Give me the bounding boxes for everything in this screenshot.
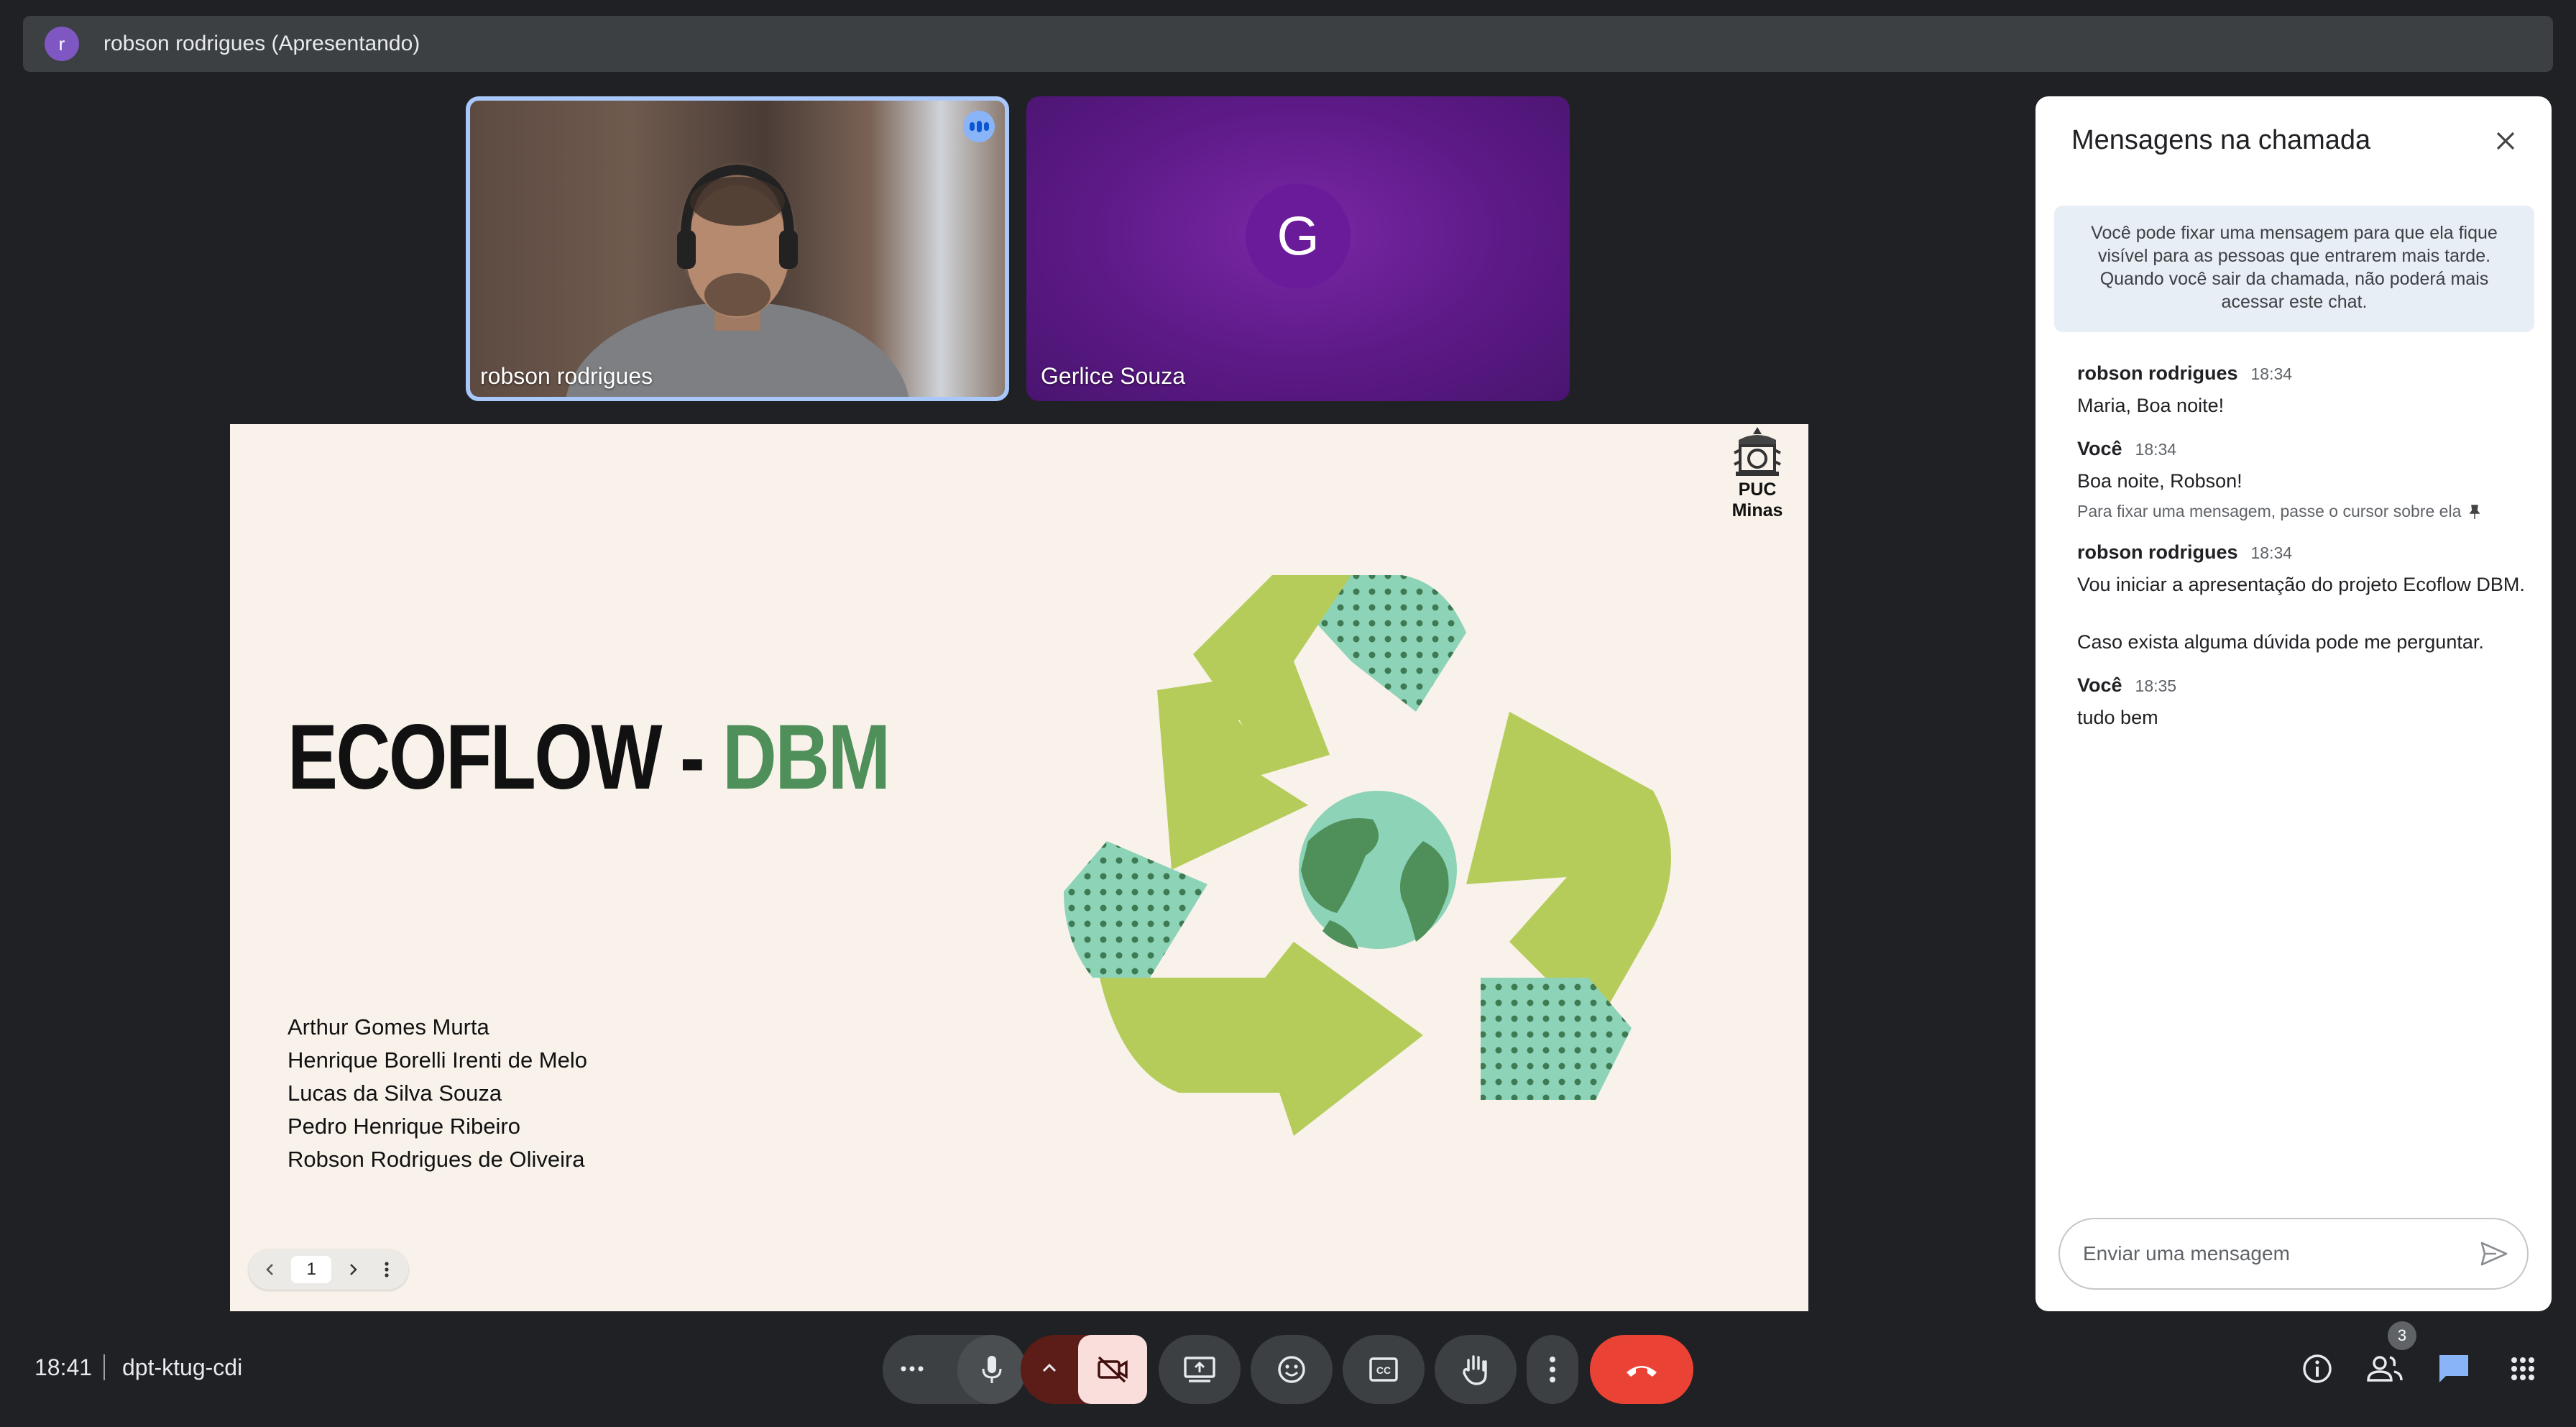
author-name: Arthur Gomes Murta [288,1014,489,1040]
raise-hand-icon [1463,1355,1487,1385]
chat-message: Você 18:34 Boa noite, Robson! Para fixar… [2077,438,2537,521]
raise-hand-button[interactable] [1435,1335,1517,1404]
author-name: Pedro Henrique Ribeiro [288,1114,520,1139]
present-screen-icon [1184,1357,1215,1382]
slide-title-main: ECOFLOW - [288,706,723,809]
brand-logo: PUC Minas [1711,424,1804,521]
next-slide-button[interactable] [340,1257,366,1283]
message-text: tudo bem [2077,707,2158,728]
captions-icon: CC [1369,1357,1398,1382]
message-text: Vou iniciar a apresentação do projeto Ec… [2077,574,2525,595]
videocam-off-icon [1098,1356,1128,1383]
pin-hint-text: Para fixar uma mensagem, passe o cursor … [2077,502,2462,520]
people-count-badge: 3 [2388,1321,2416,1350]
send-message-button[interactable] [2475,1235,2513,1272]
message-input-box [2058,1218,2529,1290]
message-text: Boa noite, Robson! [2077,470,2242,492]
presenter-avatar: r [45,27,79,61]
chevron-up-icon [1042,1363,1057,1372]
svg-text:CC: CC [1376,1364,1391,1376]
people-button[interactable] [2362,1346,2408,1392]
message-sender: Você [2077,674,2122,696]
slide-navigator: 1 [249,1249,408,1290]
presenter-bar: r robson rodrigues (Apresentando) [23,16,2553,72]
chat-message: Você 18:35 tudo bem [2077,674,2537,730]
camera-toggle-button[interactable] [1078,1335,1147,1404]
meet-window: r robson rodrigues (Apresentando) robson… [0,0,2576,1427]
participant-tile-robson[interactable]: robson rodrigues [466,96,1009,401]
chevron-left-icon [266,1264,273,1275]
apps-icon [2511,1357,2534,1380]
previous-slide-button[interactable] [257,1257,283,1283]
message-time: 18:34 [2250,543,2293,562]
people-icon [2367,1356,2403,1382]
pin-icon[interactable] [2468,504,2481,520]
more-audio-options-button[interactable] [900,1363,924,1376]
presentation-slide: PUC Minas ECOFLOW - DBM Arthur Gomes Mur… [230,424,1808,1311]
chevron-right-icon [349,1264,357,1275]
leave-call-button[interactable] [1590,1335,1693,1404]
more-vert-icon [1550,1357,1555,1382]
puc-crest-icon [1734,427,1781,476]
participant-video [566,164,909,397]
slide-page-number[interactable]: 1 [291,1256,332,1283]
close-icon [2496,132,2515,150]
brand-name: PUC Minas [1731,480,1783,520]
presenter-label: robson rodrigues (Apresentando) [104,32,420,55]
message-sender: robson rodrigues [2077,362,2238,384]
author-name: Henrique Borelli Irenti de Melo [288,1047,587,1073]
pin-info-notice: Você pode fixar uma mensagem para que el… [2054,206,2534,332]
message-sender: Você [2077,438,2122,459]
microphone-button[interactable] [957,1335,1026,1404]
audio-settings-group [883,1335,1026,1404]
activities-button[interactable] [2500,1346,2546,1392]
participant-avatar: G [1246,183,1351,289]
more-vert-icon [385,1262,389,1277]
message-text: Caso exista alguma dúvida pode me pergun… [2077,631,2484,653]
recycle-graphic [1064,575,1671,1136]
slide-options-button[interactable] [374,1257,400,1283]
present-screen-button[interactable] [1159,1335,1241,1404]
message-time: 18:35 [2135,676,2177,695]
participant-tile-gerlice[interactable]: G Gerlice Souza [1026,96,1570,401]
emoji-icon [1278,1356,1305,1383]
chat-panel: Mensagens na chamada Você pode fixar uma… [2036,96,2552,1311]
author-name: Robson Rodrigues de Oliveira [288,1147,585,1172]
message-sender: robson rodrigues [2077,541,2238,563]
meeting-details-button[interactable] [2294,1346,2340,1392]
author-name: Lucas da Silva Souza [288,1080,502,1106]
chat-button[interactable] [2431,1346,2477,1392]
call-end-icon [1627,1366,1657,1377]
pin-hint: Para fixar uma mensagem, passe o cursor … [2077,502,2537,521]
message-time: 18:34 [2135,440,2177,459]
chat-message: robson rodrigues 18:34 Vou iniciar a apr… [2077,541,2537,654]
mic-icon [982,1356,1002,1383]
send-reaction-button[interactable] [1251,1335,1333,1404]
camera-options-button[interactable] [1041,1362,1058,1377]
speaking-indicator-icon [963,111,995,142]
info-icon [2303,1354,2332,1383]
camera-group [1021,1335,1147,1404]
message-list: robson rodrigues 18:34 Maria, Boa noite!… [2077,362,2537,750]
close-chat-button[interactable] [2488,124,2523,158]
message-input[interactable] [2083,1242,2475,1265]
slide-title-accent: DBM [722,706,891,809]
captions-button[interactable]: CC [1343,1335,1425,1404]
message-text: Maria, Boa noite! [2077,395,2225,416]
message-time: 18:34 [2250,364,2293,383]
meeting-code: dpt-ktug-cdi [122,1354,243,1380]
participant-name: robson rodrigues [480,363,653,389]
chat-message: robson rodrigues 18:34 Maria, Boa noite! [2077,362,2537,418]
author-list: Arthur Gomes Murta Henrique Borelli Iren… [288,1011,587,1176]
send-icon [2480,1242,2508,1266]
more-options-button[interactable] [1527,1335,1578,1404]
chat-panel-title: Mensagens na chamada [2071,125,2371,155]
participant-name: Gerlice Souza [1041,363,1185,389]
chat-icon [2439,1355,2468,1382]
divider [104,1354,105,1380]
meeting-clock: 18:41 [34,1354,93,1380]
slide-title: ECOFLOW - DBM [288,705,891,810]
more-horiz-icon [901,1366,924,1372]
